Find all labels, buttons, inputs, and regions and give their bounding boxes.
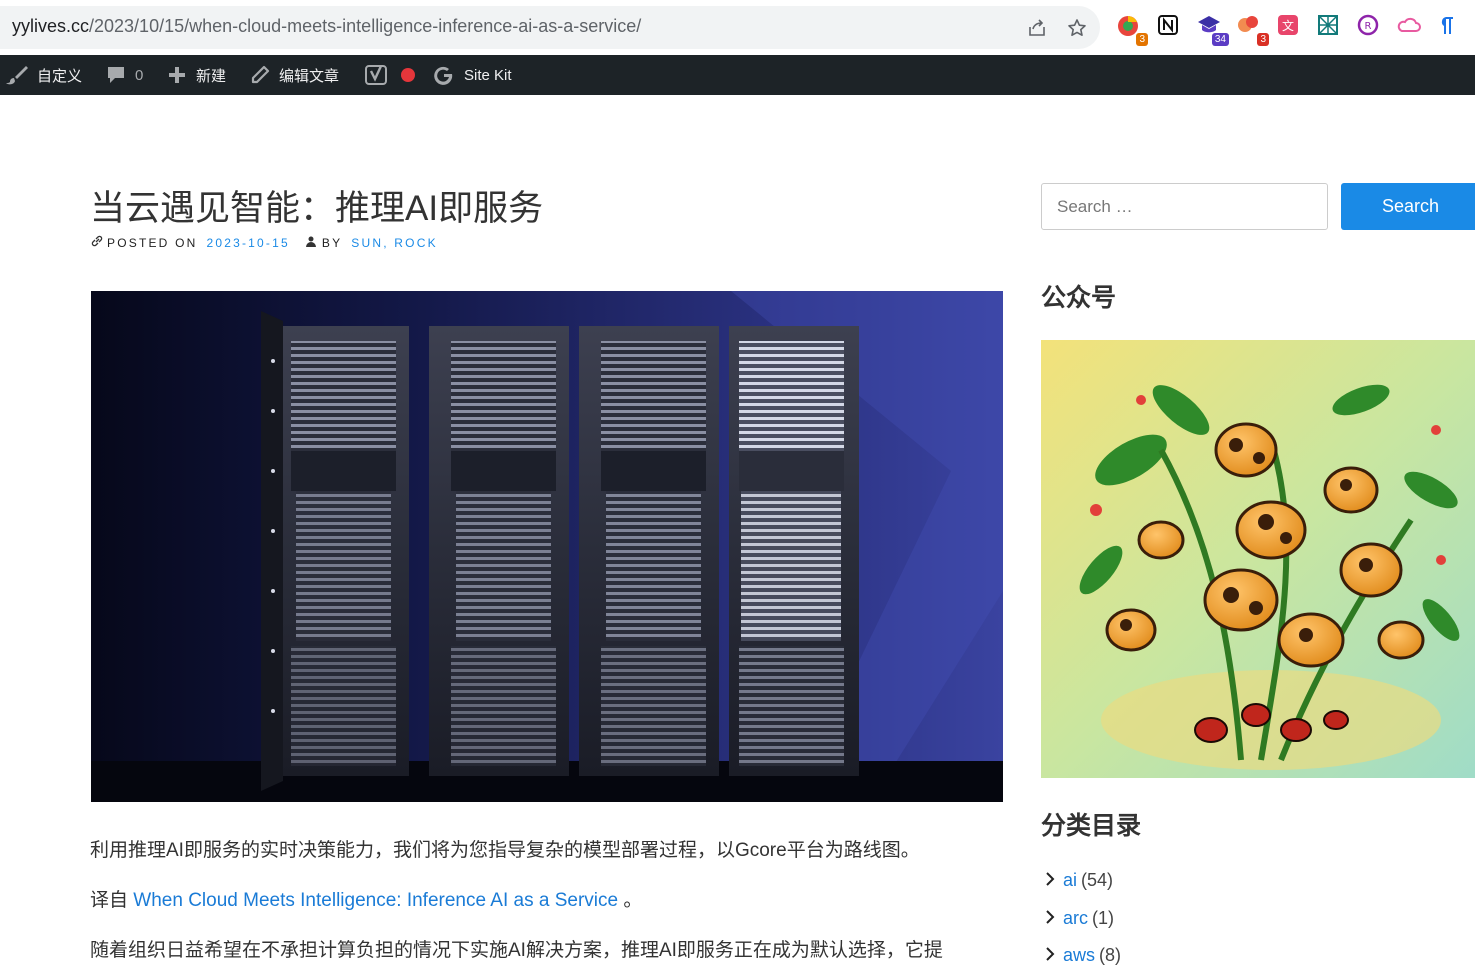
paragraph-icon[interactable]	[1437, 14, 1463, 40]
search-input[interactable]: Search …	[1041, 183, 1328, 230]
translate-icon[interactable]: 文	[1277, 14, 1303, 40]
category-item[interactable]: aws (8)	[1045, 945, 1121, 966]
category-count: (54)	[1081, 870, 1114, 890]
category-item[interactable]: ai (54)	[1045, 870, 1113, 891]
category-item[interactable]: arc (1)	[1045, 908, 1114, 929]
search-button[interactable]: Search	[1341, 183, 1475, 230]
category-count: (8)	[1099, 945, 1122, 965]
share-icon[interactable]	[1026, 18, 1048, 40]
svg-text:文: 文	[1282, 18, 1294, 33]
graduation-cap-icon[interactable]: 34	[1197, 14, 1229, 46]
yoast-icon	[365, 64, 389, 86]
chevron-right-icon	[1045, 870, 1055, 891]
coin-icon[interactable]: R	[1357, 14, 1383, 40]
paintbrush-icon	[6, 65, 28, 85]
browser-toolbar: yylives.cc/2023/10/15/when-cloud-meets-i…	[0, 0, 1475, 55]
wechat-widget-title: 公众号	[1041, 284, 1117, 312]
post-meta: POSTED ON 2023-10-15 BY SUN, ROCK	[91, 235, 438, 250]
category-link[interactable]: ai	[1063, 870, 1077, 891]
comment-bubble-icon	[106, 65, 126, 85]
new-content-menu[interactable]: 新建	[167, 55, 226, 95]
pencil-icon	[250, 65, 270, 85]
svg-text:R: R	[1365, 21, 1372, 32]
google-g-icon	[433, 64, 455, 86]
wechat-qr-image	[1041, 340, 1475, 778]
category-link[interactable]: arc	[1063, 908, 1088, 929]
category-count: (1)	[1092, 908, 1115, 928]
source-article-link[interactable]: When Cloud Meets Intelligence: Inference…	[133, 890, 618, 911]
featured-image	[91, 291, 1003, 802]
source-paragraph: 译自 When Cloud Meets Intelligence: Infere…	[90, 890, 643, 911]
link-icon	[91, 235, 103, 250]
chevron-right-icon	[1045, 945, 1055, 966]
user-icon	[305, 236, 316, 250]
chevron-right-icon	[1045, 908, 1055, 929]
bookmark-star-icon[interactable]	[1066, 18, 1088, 40]
seo-status-dot	[401, 68, 415, 82]
comments-menu[interactable]: 0	[106, 55, 143, 95]
url-text[interactable]: yylives.cc/2023/10/15/when-cloud-meets-i…	[12, 16, 641, 37]
plus-icon	[167, 65, 187, 85]
post-title: 当云遇见智能：推理AI即服务	[90, 189, 544, 228]
post-date-link[interactable]: 2023-10-15	[206, 236, 289, 250]
wp-admin-bar: 自定义 0 新建 编辑文章 Site Kit	[0, 55, 1475, 95]
body-paragraph: 随着组织日益希望在不承担计算负担的情况下实施AI解决方案，推理AI即服务正在成为…	[90, 940, 943, 961]
cloud-icon[interactable]	[1397, 14, 1423, 40]
yoast-seo-menu[interactable]	[365, 55, 415, 95]
grid-tool-icon[interactable]	[1317, 14, 1343, 40]
edit-post-menu[interactable]: 编辑文章	[250, 55, 339, 95]
site-kit-menu[interactable]: Site Kit	[433, 55, 512, 95]
post-author-link[interactable]: SUN, ROCK	[351, 236, 437, 250]
category-link[interactable]: aws	[1063, 945, 1095, 966]
clips-icon[interactable]: 3	[1237, 14, 1269, 46]
chrome-ext-1-icon[interactable]: 3	[1116, 14, 1148, 46]
customize-menu[interactable]: 自定义	[6, 55, 82, 95]
intro-paragraph: 利用推理AI即服务的实时决策能力，我们将为您指导复杂的模型部署过程，以Gcore…	[90, 840, 920, 861]
address-bar[interactable]: yylives.cc/2023/10/15/when-cloud-meets-i…	[0, 6, 1100, 49]
notion-icon[interactable]	[1157, 14, 1183, 40]
categories-widget-title: 分类目录	[1041, 812, 1142, 840]
